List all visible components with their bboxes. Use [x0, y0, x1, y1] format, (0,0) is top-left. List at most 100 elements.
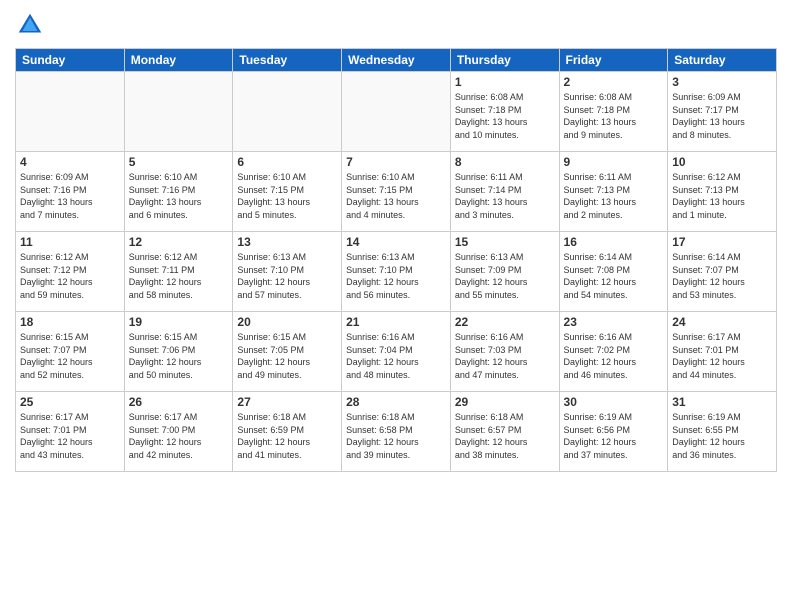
- calendar-cell: 29 Sunrise: 6:18 AMSunset: 6:57 PMDayligh…: [450, 392, 559, 472]
- day-info: Sunrise: 6:18 AMSunset: 6:57 PMDaylight:…: [455, 411, 555, 461]
- day-info: Sunrise: 6:17 AMSunset: 7:01 PMDaylight:…: [672, 331, 772, 381]
- day-number: 25: [20, 395, 120, 409]
- week-row-3: 11Sunrise: 6:12 AMSunset: 7:12 PMDayligh…: [16, 232, 777, 312]
- calendar-cell: 17 Sunrise: 6:14 AMSunset: 7:07 PMDayligh…: [668, 232, 777, 312]
- calendar-cell: 10Sunrise: 6:12 AMSunset: 7:13 PMDayligh…: [668, 152, 777, 232]
- calendar-cell: 13 Sunrise: 6:13 AMSunset: 7:10 PMDayligh…: [233, 232, 342, 312]
- calendar-cell: 1 Sunrise: 6:08 AMSunset: 7:18 PMDaylight…: [450, 72, 559, 152]
- calendar-cell: 19 Sunrise: 6:15 AMSunset: 7:06 PMDayligh…: [124, 312, 233, 392]
- day-info: Sunrise: 6:14 AMSunset: 7:07 PMDaylight:…: [672, 251, 772, 301]
- calendar-cell: 16 Sunrise: 6:14 AMSunset: 7:08 PMDayligh…: [559, 232, 668, 312]
- day-number: 14: [346, 235, 446, 249]
- calendar-cell: 31 Sunrise: 6:19 AMSunset: 6:55 PMDayligh…: [668, 392, 777, 472]
- day-number: 3: [672, 75, 772, 89]
- day-info: Sunrise: 6:17 AMSunset: 7:01 PMDaylight:…: [20, 411, 120, 461]
- day-number: 29: [455, 395, 555, 409]
- day-header-friday: Friday: [559, 49, 668, 72]
- day-info: Sunrise: 6:15 AMSunset: 7:07 PMDaylight:…: [20, 331, 120, 381]
- calendar-cell: 22Sunrise: 6:16 AMSunset: 7:03 PMDayligh…: [450, 312, 559, 392]
- day-info: Sunrise: 6:09 AMSunset: 7:16 PMDaylight:…: [20, 171, 120, 221]
- day-info: Sunrise: 6:13 AMSunset: 7:10 PMDaylight:…: [346, 251, 446, 301]
- day-info: Sunrise: 6:13 AMSunset: 7:10 PMDaylight:…: [237, 251, 337, 301]
- day-number: 15: [455, 235, 555, 249]
- calendar-cell: 9 Sunrise: 6:11 AMSunset: 7:13 PMDaylight…: [559, 152, 668, 232]
- day-info: Sunrise: 6:15 AMSunset: 7:05 PMDaylight:…: [237, 331, 337, 381]
- day-number: 21: [346, 315, 446, 329]
- day-info: Sunrise: 6:19 AMSunset: 6:56 PMDaylight:…: [564, 411, 664, 461]
- day-info: Sunrise: 6:11 AMSunset: 7:14 PMDaylight:…: [455, 171, 555, 221]
- calendar-cell: 24 Sunrise: 6:17 AMSunset: 7:01 PMDayligh…: [668, 312, 777, 392]
- calendar-cell: 15 Sunrise: 6:13 AMSunset: 7:09 PMDayligh…: [450, 232, 559, 312]
- day-info: Sunrise: 6:15 AMSunset: 7:06 PMDaylight:…: [129, 331, 229, 381]
- calendar-cell: [233, 72, 342, 152]
- day-number: 24: [672, 315, 772, 329]
- day-info: Sunrise: 6:14 AMSunset: 7:08 PMDaylight:…: [564, 251, 664, 301]
- calendar-cell: 7 Sunrise: 6:10 AMSunset: 7:15 PMDaylight…: [342, 152, 451, 232]
- day-number: 9: [564, 155, 664, 169]
- day-info: Sunrise: 6:17 AMSunset: 7:00 PMDaylight:…: [129, 411, 229, 461]
- day-info: Sunrise: 6:16 AMSunset: 7:04 PMDaylight:…: [346, 331, 446, 381]
- day-number: 16: [564, 235, 664, 249]
- day-header-thursday: Thursday: [450, 49, 559, 72]
- day-header-wednesday: Wednesday: [342, 49, 451, 72]
- calendar-cell: 21 Sunrise: 6:16 AMSunset: 7:04 PMDayligh…: [342, 312, 451, 392]
- calendar-cell: 4 Sunrise: 6:09 AMSunset: 7:16 PMDaylight…: [16, 152, 125, 232]
- day-info: Sunrise: 6:12 AMSunset: 7:12 PMDaylight:…: [20, 251, 120, 301]
- week-row-2: 4 Sunrise: 6:09 AMSunset: 7:16 PMDaylight…: [16, 152, 777, 232]
- day-info: Sunrise: 6:10 AMSunset: 7:15 PMDaylight:…: [346, 171, 446, 221]
- calendar-cell: 23 Sunrise: 6:16 AMSunset: 7:02 PMDayligh…: [559, 312, 668, 392]
- calendar-cell: 14 Sunrise: 6:13 AMSunset: 7:10 PMDayligh…: [342, 232, 451, 312]
- calendar-cell: [16, 72, 125, 152]
- day-number: 4: [20, 155, 120, 169]
- day-number: 17: [672, 235, 772, 249]
- calendar-cell: 27 Sunrise: 6:18 AMSunset: 6:59 PMDayligh…: [233, 392, 342, 472]
- calendar: SundayMondayTuesdayWednesdayThursdayFrid…: [15, 48, 777, 472]
- day-info: Sunrise: 6:08 AMSunset: 7:18 PMDaylight:…: [455, 91, 555, 141]
- calendar-cell: 12 Sunrise: 6:12 AMSunset: 7:11 PMDayligh…: [124, 232, 233, 312]
- day-number: 23: [564, 315, 664, 329]
- calendar-cell: 5 Sunrise: 6:10 AMSunset: 7:16 PMDaylight…: [124, 152, 233, 232]
- day-number: 18: [20, 315, 120, 329]
- calendar-cell: 26 Sunrise: 6:17 AMSunset: 7:00 PMDayligh…: [124, 392, 233, 472]
- header: [15, 10, 777, 40]
- day-info: Sunrise: 6:19 AMSunset: 6:55 PMDaylight:…: [672, 411, 772, 461]
- day-number: 31: [672, 395, 772, 409]
- day-number: 13: [237, 235, 337, 249]
- day-number: 2: [564, 75, 664, 89]
- day-number: 19: [129, 315, 229, 329]
- day-info: Sunrise: 6:10 AMSunset: 7:16 PMDaylight:…: [129, 171, 229, 221]
- week-row-4: 18 Sunrise: 6:15 AMSunset: 7:07 PMDayligh…: [16, 312, 777, 392]
- day-info: Sunrise: 6:12 AMSunset: 7:13 PMDaylight:…: [672, 171, 772, 221]
- day-info: Sunrise: 6:09 AMSunset: 7:17 PMDaylight:…: [672, 91, 772, 141]
- day-number: 26: [129, 395, 229, 409]
- day-info: Sunrise: 6:13 AMSunset: 7:09 PMDaylight:…: [455, 251, 555, 301]
- calendar-body: 1 Sunrise: 6:08 AMSunset: 7:18 PMDaylight…: [16, 72, 777, 472]
- day-info: Sunrise: 6:18 AMSunset: 6:59 PMDaylight:…: [237, 411, 337, 461]
- day-info: Sunrise: 6:08 AMSunset: 7:18 PMDaylight:…: [564, 91, 664, 141]
- calendar-cell: 11Sunrise: 6:12 AMSunset: 7:12 PMDayligh…: [16, 232, 125, 312]
- day-number: 7: [346, 155, 446, 169]
- day-number: 1: [455, 75, 555, 89]
- day-number: 28: [346, 395, 446, 409]
- calendar-cell: [124, 72, 233, 152]
- day-number: 27: [237, 395, 337, 409]
- day-number: 5: [129, 155, 229, 169]
- day-header-sunday: Sunday: [16, 49, 125, 72]
- calendar-cell: 2 Sunrise: 6:08 AMSunset: 7:18 PMDaylight…: [559, 72, 668, 152]
- calendar-cell: 30Sunrise: 6:19 AMSunset: 6:56 PMDayligh…: [559, 392, 668, 472]
- calendar-cell: 28Sunrise: 6:18 AMSunset: 6:58 PMDayligh…: [342, 392, 451, 472]
- calendar-cell: 25 Sunrise: 6:17 AMSunset: 7:01 PMDayligh…: [16, 392, 125, 472]
- day-info: Sunrise: 6:16 AMSunset: 7:03 PMDaylight:…: [455, 331, 555, 381]
- day-number: 12: [129, 235, 229, 249]
- logo-icon: [15, 10, 45, 40]
- page: SundayMondayTuesdayWednesdayThursdayFrid…: [0, 0, 792, 612]
- day-header-saturday: Saturday: [668, 49, 777, 72]
- day-number: 6: [237, 155, 337, 169]
- header-row: SundayMondayTuesdayWednesdayThursdayFrid…: [16, 49, 777, 72]
- day-info: Sunrise: 6:10 AMSunset: 7:15 PMDaylight:…: [237, 171, 337, 221]
- day-info: Sunrise: 6:12 AMSunset: 7:11 PMDaylight:…: [129, 251, 229, 301]
- day-info: Sunrise: 6:11 AMSunset: 7:13 PMDaylight:…: [564, 171, 664, 221]
- logo: [15, 10, 49, 40]
- day-info: Sunrise: 6:16 AMSunset: 7:02 PMDaylight:…: [564, 331, 664, 381]
- calendar-cell: 3 Sunrise: 6:09 AMSunset: 7:17 PMDaylight…: [668, 72, 777, 152]
